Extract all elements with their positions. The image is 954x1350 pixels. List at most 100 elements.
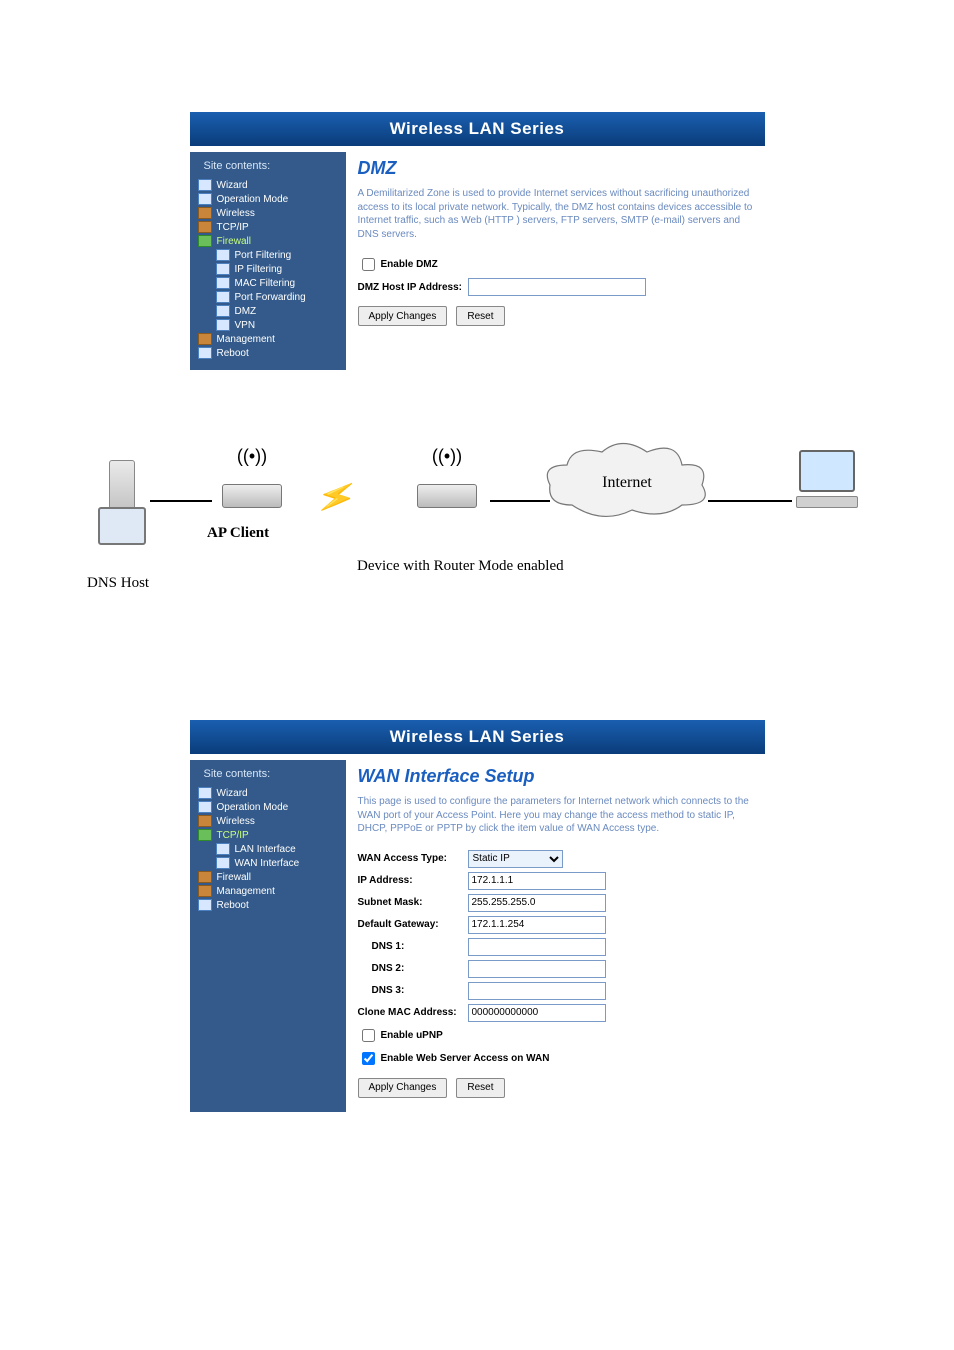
clone-mac-input[interactable] xyxy=(468,1004,606,1022)
wan-access-type-row: WAN Access Type: Static IP xyxy=(358,850,753,868)
sidebar-item-wan-interface[interactable]: WAN Interface xyxy=(194,856,342,870)
apply-changes-button[interactable]: Apply Changes xyxy=(358,306,448,326)
reset-button[interactable]: Reset xyxy=(456,306,504,326)
folder-icon xyxy=(198,871,212,883)
dns2-input[interactable] xyxy=(468,960,606,978)
sidebar-item-operation-mode[interactable]: Operation Mode xyxy=(194,192,342,206)
internet-label: Internet xyxy=(542,474,712,492)
dmz-host-label: DMZ Host IP Address: xyxy=(358,282,468,293)
sidebar-item-firewall[interactable]: Firewall xyxy=(194,870,342,884)
folder-icon xyxy=(198,885,212,897)
sidebar-item-port-forwarding[interactable]: Port Forwarding xyxy=(194,290,342,304)
page-icon xyxy=(198,347,212,359)
sidebar-item-dmz[interactable]: DMZ xyxy=(194,304,342,318)
sidebar-item-firewall[interactable]: Firewall xyxy=(194,234,342,248)
subnet-mask-input[interactable] xyxy=(468,894,606,912)
page-heading: DMZ xyxy=(358,158,753,179)
subnet-mask-label: Subnet Mask: xyxy=(358,897,468,908)
page-description: A Demilitarized Zone is used to provide … xyxy=(358,187,753,241)
sidebar-item-lan-interface[interactable]: LAN Interface xyxy=(194,842,342,856)
dns3-label: DNS 3: xyxy=(372,985,468,996)
page-icon xyxy=(216,857,230,869)
subnet-mask-row: Subnet Mask: xyxy=(358,894,753,912)
sidebar-item-wireless[interactable]: Wireless xyxy=(194,206,342,220)
sidebar-item-port-filtering[interactable]: Port Filtering xyxy=(194,248,342,262)
folder-open-icon xyxy=(198,829,212,841)
title-bar: Wireless LAN Series xyxy=(190,112,765,146)
internet-cloud: Internet xyxy=(542,440,712,530)
enable-webserver-row: Enable Web Server Access on WAN xyxy=(358,1049,753,1068)
enable-webserver-checkbox[interactable] xyxy=(362,1052,375,1065)
dns3-row: DNS 3: xyxy=(358,982,753,1000)
sidebar-item-wireless[interactable]: Wireless xyxy=(194,814,342,828)
enable-dmz-row: Enable DMZ xyxy=(358,255,753,274)
dns-host-label: DNS Host xyxy=(87,575,149,592)
sidebar-item-management[interactable]: Management xyxy=(194,884,342,898)
enable-dmz-label: Enable DMZ xyxy=(381,259,438,270)
apply-changes-button[interactable]: Apply Changes xyxy=(358,1078,448,1098)
antenna-icon: ((•)) xyxy=(432,446,462,467)
wire xyxy=(150,500,212,502)
sidebar-item-reboot[interactable]: Reboot xyxy=(194,898,342,912)
network-diagram: ((•)) ⚡ ((•)) Internet DNS Host AP Clien… xyxy=(92,430,862,600)
enable-webserver-label: Enable Web Server Access on WAN xyxy=(381,1053,550,1064)
page-icon xyxy=(216,843,230,855)
client-pc-graphic xyxy=(792,450,862,508)
sidebar-heading: Site contents: xyxy=(204,768,342,780)
default-gateway-row: Default Gateway: xyxy=(358,916,753,934)
folder-open-icon xyxy=(198,235,212,247)
enable-upnp-row: Enable uPNP xyxy=(358,1026,753,1045)
router-device-graphic: ((•)) xyxy=(402,472,492,508)
default-gateway-input[interactable] xyxy=(468,916,606,934)
sidebar-heading: Site contents: xyxy=(204,160,342,172)
content-pane: WAN Interface Setup This page is used to… xyxy=(346,760,765,1112)
dmz-host-input[interactable] xyxy=(468,278,646,296)
ap-client-label: AP Client xyxy=(207,525,269,542)
sidebar-item-mac-filtering[interactable]: MAC Filtering xyxy=(194,276,342,290)
page-icon xyxy=(216,263,230,275)
dns2-label: DNS 2: xyxy=(372,963,468,974)
page-heading: WAN Interface Setup xyxy=(358,766,753,787)
dns1-row: DNS 1: xyxy=(358,938,753,956)
page-icon xyxy=(216,319,230,331)
reset-button[interactable]: Reset xyxy=(456,1078,504,1098)
sidebar-item-reboot[interactable]: Reboot xyxy=(194,346,342,360)
ip-address-row: IP Address: xyxy=(358,872,753,890)
router-screenshot-wan: Wireless LAN Series Site contents: Wizar… xyxy=(190,720,765,1112)
sidebar: Site contents: Wizard Operation Mode Wir… xyxy=(190,760,346,1112)
ip-address-input[interactable] xyxy=(468,872,606,890)
default-gateway-label: Default Gateway: xyxy=(358,919,468,930)
page-description: This page is used to configure the param… xyxy=(358,795,753,836)
title-bar: Wireless LAN Series xyxy=(190,720,765,754)
antenna-icon: ((•)) xyxy=(237,446,267,467)
router-screenshot-dmz: Wireless LAN Series Site contents: Wizar… xyxy=(190,112,765,370)
clone-mac-row: Clone MAC Address: xyxy=(358,1004,753,1022)
sidebar-item-ip-filtering[interactable]: IP Filtering xyxy=(194,262,342,276)
wire xyxy=(490,500,550,502)
device-caption: Device with Router Mode enabled xyxy=(357,558,564,575)
page-icon xyxy=(198,787,212,799)
sidebar-item-wizard[interactable]: Wizard xyxy=(194,786,342,800)
page-icon xyxy=(216,291,230,303)
sidebar: Site contents: Wizard Operation Mode Wir… xyxy=(190,152,346,370)
sidebar-item-wizard[interactable]: Wizard xyxy=(194,178,342,192)
folder-icon xyxy=(198,815,212,827)
dns1-input[interactable] xyxy=(468,938,606,956)
page-icon xyxy=(198,193,212,205)
sidebar-item-tcpip[interactable]: TCP/IP xyxy=(194,828,342,842)
dmz-host-row: DMZ Host IP Address: xyxy=(358,278,753,296)
wan-access-type-select[interactable]: Static IP xyxy=(468,850,563,868)
sidebar-item-operation-mode[interactable]: Operation Mode xyxy=(194,800,342,814)
sidebar-item-management[interactable]: Management xyxy=(194,332,342,346)
sidebar-item-tcpip[interactable]: TCP/IP xyxy=(194,220,342,234)
dns3-input[interactable] xyxy=(468,982,606,1000)
enable-upnp-checkbox[interactable] xyxy=(362,1029,375,1042)
sidebar-item-vpn[interactable]: VPN xyxy=(194,318,342,332)
content-pane: DMZ A Demilitarized Zone is used to prov… xyxy=(346,152,765,370)
page-icon xyxy=(216,249,230,261)
wan-access-type-label: WAN Access Type: xyxy=(358,853,468,864)
folder-icon xyxy=(198,333,212,345)
enable-dmz-checkbox[interactable] xyxy=(362,258,375,271)
page-icon xyxy=(216,277,230,289)
clone-mac-label: Clone MAC Address: xyxy=(358,1007,468,1018)
